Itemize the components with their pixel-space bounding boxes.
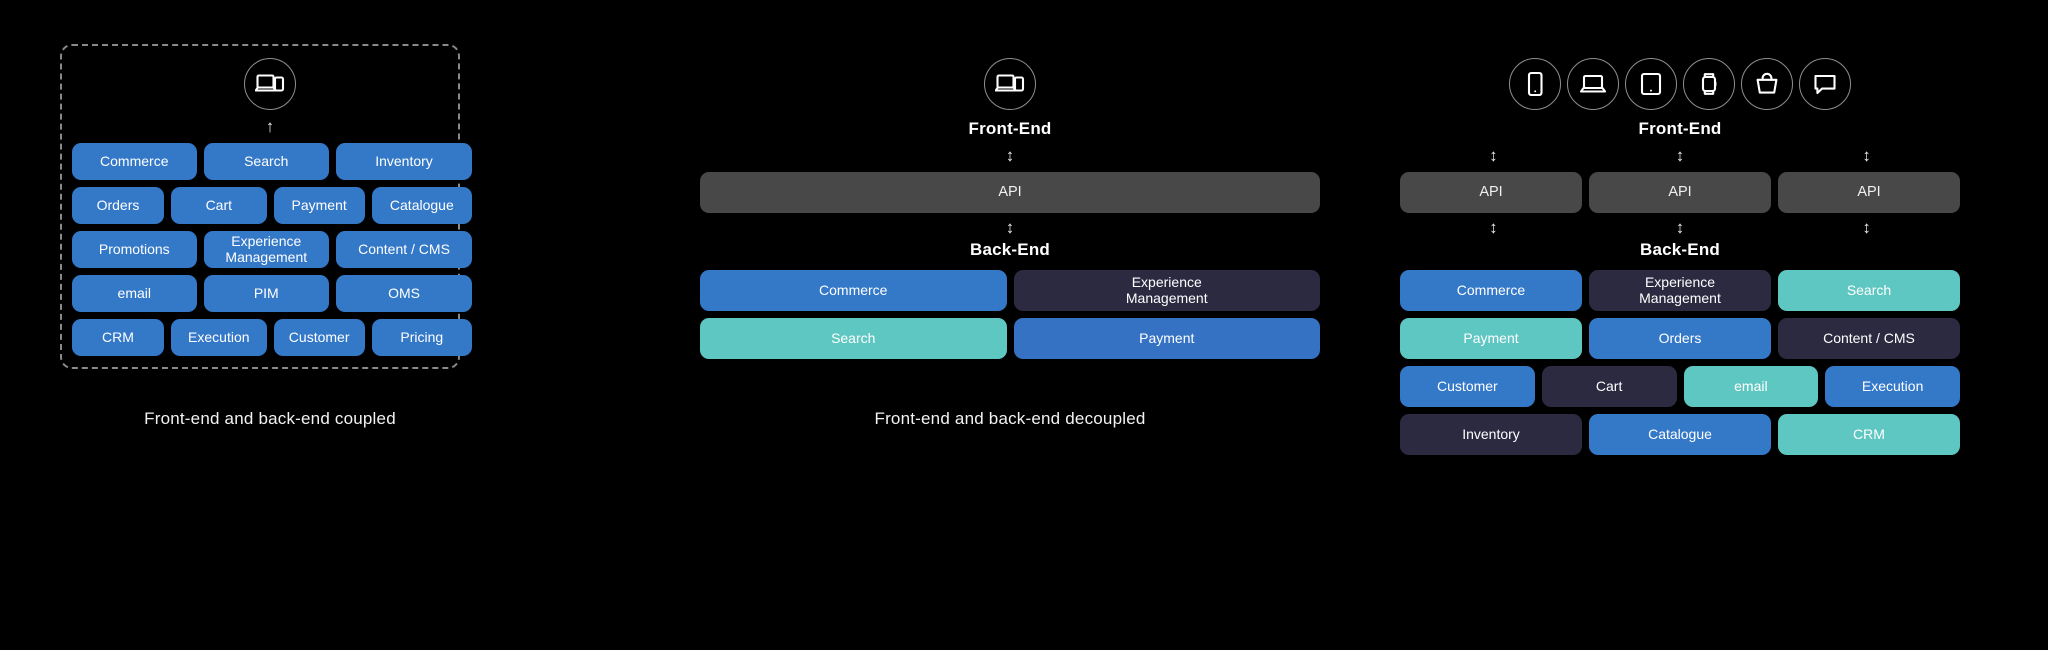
panel-decoupled-arrow-frontend-api: ↕ (1005, 146, 1015, 165)
service-tile[interactable]: Search (1778, 270, 1960, 311)
service-tile[interactable]: Catalogue (1589, 414, 1771, 455)
panel-headless-service-grid: Commerce Experience Management Search Payme… (1400, 270, 1960, 462)
panel-coupled-service-grid: Commerce Search Inventory Orders Cart Payment… (72, 143, 472, 363)
service-tile[interactable]: Catalogue (371, 187, 472, 224)
smartphone-icon (1509, 58, 1561, 110)
service-tile[interactable]: Commerce (72, 143, 197, 180)
service-tile-row: Promotions Experience Management Content /… (72, 231, 472, 268)
service-tile[interactable]: Experience Management (203, 231, 330, 268)
service-tile[interactable]: Cart (170, 187, 267, 224)
service-tile[interactable]: Customer (1400, 366, 1535, 407)
panel-decoupled-caption: Front-end and back-end decoupled (874, 409, 1146, 428)
panel-decoupled: Front-End ↕ API ↕ Back-End Commerce Exper… (700, 0, 1320, 650)
smartwatch-icon (1683, 58, 1735, 110)
service-tile[interactable]: Execution (1825, 366, 1960, 407)
panel-coupled-caption: Front-end and back-end coupled (144, 409, 396, 428)
vertical-double-arrow: ↕ (1675, 146, 1685, 165)
service-tile-row: Payment Orders Content / CMS (1400, 318, 1960, 359)
service-tile[interactable]: Content / CMS (1778, 318, 1960, 359)
panel-headless-arrows-api-backend: ↕ ↕ ↕ (1400, 219, 1960, 236)
panel-headless-backend-label: Back-End (1639, 240, 1720, 259)
service-tile[interactable]: Experience Management (1589, 270, 1771, 311)
service-tile[interactable]: Experience Management (1013, 270, 1320, 311)
service-tile[interactable]: CRM (1778, 414, 1960, 455)
api-bar[interactable]: API (1589, 172, 1771, 213)
service-tile[interactable]: PIM (203, 275, 330, 312)
api-bar[interactable]: API (1400, 172, 1582, 213)
service-tile[interactable]: Commerce (700, 270, 1007, 311)
panel-headless-device-icons (1400, 58, 1960, 110)
service-tile[interactable]: Content / CMS (336, 231, 472, 268)
service-tile[interactable]: Orders (1589, 318, 1771, 359)
service-tile-row: Commerce Experience Management (700, 270, 1320, 311)
vertical-double-arrow: ↕ (1489, 218, 1498, 237)
service-tile-row: Search Payment (700, 318, 1320, 359)
panel-decoupled-api-row: API (700, 172, 1320, 213)
service-tile-row: CRM Execution Customer Pricing (72, 319, 472, 356)
service-tile[interactable]: Inventory (336, 143, 472, 180)
panel-decoupled-service-grid: Commerce Experience Management Search Payme… (700, 270, 1320, 366)
panel-headless-api-row: API API API (1400, 172, 1960, 213)
panel-coupled-uplink-arrow: ↑ (265, 117, 275, 136)
panel-decoupled-arrow-api-backend: ↕ (1005, 218, 1015, 237)
laptop-devices-icon (244, 58, 296, 110)
panel-decoupled-backend-label: Back-End (969, 240, 1050, 259)
service-tile[interactable]: Promotions (72, 231, 197, 268)
service-tile-row: Orders Cart Payment Catalogue (72, 187, 472, 224)
service-tile[interactable]: CRM (72, 319, 164, 356)
service-tile-row: email PIM OMS (72, 275, 472, 312)
laptop-devices-icon (984, 58, 1036, 110)
service-tile[interactable]: email (1683, 366, 1819, 407)
service-tile-row: Commerce Experience Management Search (1400, 270, 1960, 311)
laptop-icon (1567, 58, 1619, 110)
api-bar[interactable]: API (1778, 172, 1960, 213)
service-tile[interactable]: Payment (1013, 318, 1320, 359)
panel-headless-arrows-frontend-api: ↕ ↕ ↕ (1400, 147, 1960, 164)
vertical-double-arrow: ↕ (1862, 146, 1871, 165)
service-tile[interactable]: Payment (273, 187, 365, 224)
service-tile-row: Commerce Search Inventory (72, 143, 472, 180)
tablet-icon (1625, 58, 1677, 110)
service-tile[interactable]: Search (700, 318, 1007, 359)
service-tile[interactable]: Payment (1400, 318, 1582, 359)
service-tile[interactable]: Orders (72, 187, 164, 224)
service-tile[interactable]: Commerce (1400, 270, 1582, 311)
chat-bubble-icon (1799, 58, 1851, 110)
service-tile[interactable]: Customer (273, 319, 365, 356)
service-tile-row: Customer Cart email Execution (1400, 366, 1960, 407)
architecture-diagram: ↑ Commerce Search Inventory Orders Cart Payme… (0, 0, 2048, 650)
panel-decoupled-device-icons (700, 58, 1320, 110)
panel-coupled: ↑ Commerce Search Inventory Orders Cart Payme… (40, 0, 500, 650)
panel-headless-frontend-label: Front-End (1638, 119, 1722, 138)
service-tile[interactable]: email (72, 275, 197, 312)
service-tile[interactable]: Pricing (371, 319, 472, 356)
shopping-bag-icon (1741, 58, 1793, 110)
service-tile[interactable]: Cart (1541, 366, 1677, 407)
panel-coupled-device-icons (40, 58, 500, 110)
service-tile[interactable]: Inventory (1400, 414, 1582, 455)
vertical-double-arrow: ↕ (1489, 146, 1498, 165)
vertical-double-arrow: ↕ (1862, 218, 1871, 237)
panel-headless: Front-End ↕ ↕ ↕ API API API ↕ ↕ ↕ Back-End Com… (1400, 0, 1960, 650)
service-tile[interactable]: Search (203, 143, 330, 180)
service-tile[interactable]: OMS (336, 275, 472, 312)
service-tile-row: Inventory Catalogue CRM (1400, 414, 1960, 455)
vertical-double-arrow: ↕ (1675, 218, 1685, 237)
service-tile[interactable]: Execution (170, 319, 267, 356)
panel-decoupled-frontend-label: Front-End (968, 119, 1052, 138)
api-bar[interactable]: API (700, 172, 1320, 213)
